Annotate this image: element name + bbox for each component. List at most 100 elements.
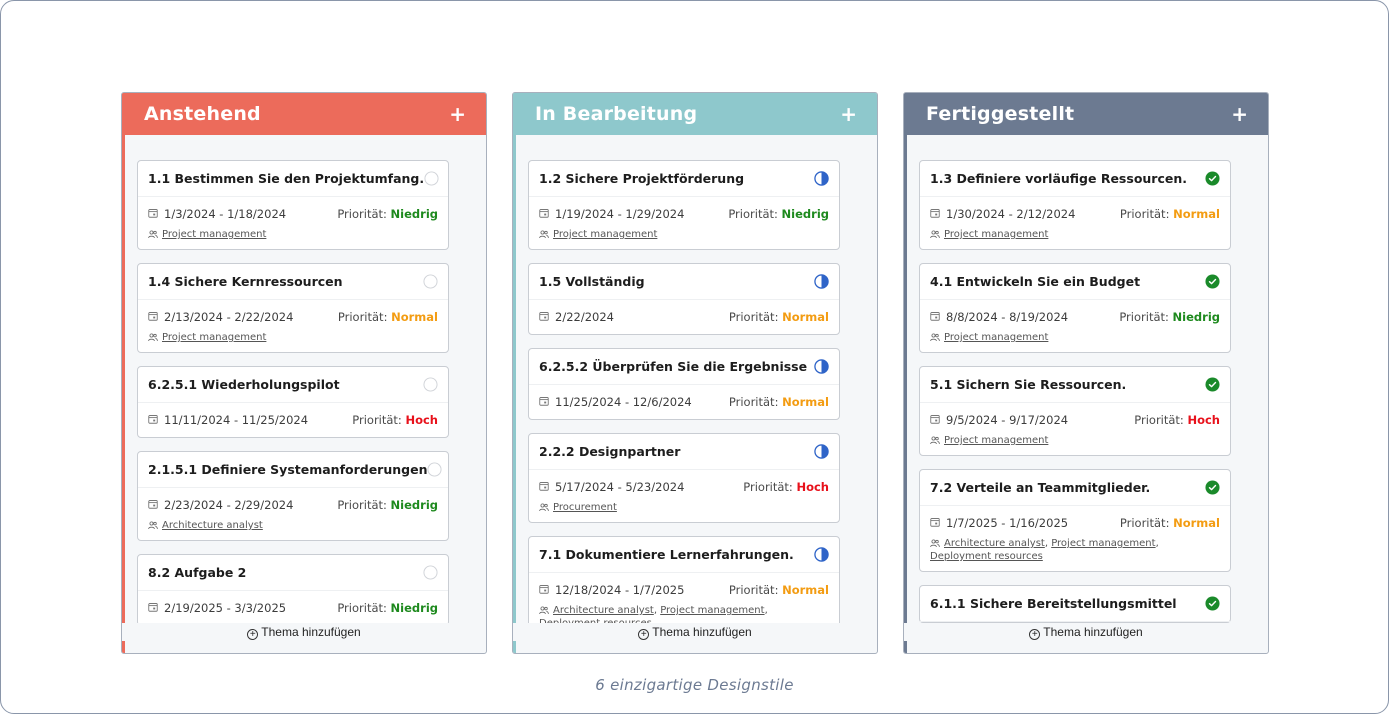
resources-row: Architecture analyst [148, 519, 438, 532]
task-card[interactable]: 2.1.5.1 Definiere Systemanforderungen 2/2… [137, 451, 449, 541]
resource-link[interactable]: Project management [944, 229, 1048, 240]
add-topic-button[interactable]: + Thema hinzufügen [904, 623, 1268, 641]
resource-link[interactable]: Architecture analyst [944, 538, 1045, 549]
task-title[interactable]: 1.3 Definiere vorläufige Ressourcen. [930, 171, 1187, 186]
add-topic-button[interactable]: + Thema hinzufügen [122, 623, 486, 641]
status-in-progress-icon[interactable] [814, 547, 829, 562]
add-task-button[interactable]: + [449, 102, 466, 126]
priority-value: Normal [782, 310, 829, 324]
task-card[interactable]: 6.2.5.2 Überprüfen Sie die Ergebnisse 11/… [528, 348, 840, 420]
card-header: 7.1 Dokumentiere Lernerfahrungen. [529, 537, 839, 573]
priority-value: Hoch [1187, 413, 1220, 427]
column-done: Fertiggestellt + 1.3 Definiere vorläufig… [903, 92, 1269, 654]
task-card[interactable]: 1.2 Sichere Projektförderung 1/19/2024 - … [528, 160, 840, 250]
task-title[interactable]: 4.1 Entwickeln Sie ein Budget [930, 274, 1140, 289]
status-done-icon[interactable] [1205, 171, 1220, 186]
status-done-icon[interactable] [1205, 596, 1220, 611]
people-icon [930, 229, 944, 240]
task-card[interactable]: 2.2.2 Designpartner 5/17/2024 - 5/23/2024… [528, 433, 840, 523]
date-text: 2/22/2024 [555, 310, 614, 324]
task-card[interactable]: 1.5 Vollständig 2/22/2024 Priorität: Norma… [528, 263, 840, 335]
task-title[interactable]: 5.1 Sichern Sie Ressourcen. [930, 377, 1126, 392]
resource-link[interactable]: Deployment resources [930, 551, 1043, 562]
status-not-started-icon[interactable] [427, 462, 442, 477]
resource-link[interactable]: Architecture analyst [162, 520, 263, 531]
task-card[interactable]: 6.1.1 Sichere Bereitstellungsmittel [919, 585, 1231, 623]
task-title[interactable]: 7.1 Dokumentiere Lernerfahrungen. [539, 547, 794, 562]
status-done-icon[interactable] [1205, 480, 1220, 495]
people-icon [148, 229, 162, 240]
add-topic-label: Thema hinzufügen [1043, 625, 1143, 639]
status-not-started-icon[interactable] [423, 565, 438, 580]
add-task-button[interactable]: + [840, 102, 857, 126]
task-title[interactable]: 7.2 Verteile an Teammitglieder. [930, 480, 1150, 495]
plus-circle-icon: + [1029, 629, 1041, 640]
calendar-icon [930, 207, 940, 221]
task-card[interactable]: 5.1 Sichern Sie Ressourcen. 9/5/2024 - 9/… [919, 366, 1231, 456]
priority: Priorität: Hoch [743, 480, 829, 494]
resource-link[interactable]: Project management [162, 229, 266, 240]
resource-link[interactable]: Architecture analyst [553, 605, 654, 616]
task-title[interactable]: 2.2.2 Designpartner [539, 444, 680, 459]
task-card[interactable]: 7.2 Verteile an Teammitglieder. 1/7/2025 … [919, 469, 1231, 572]
people-icon [148, 332, 162, 343]
status-not-started-icon[interactable] [423, 377, 438, 392]
priority-label: Priorität: [337, 601, 387, 615]
priority: Priorität: Niedrig [337, 207, 438, 221]
resources-row: Project management [148, 228, 438, 241]
task-title[interactable]: 6.2.5.2 Überprüfen Sie die Ergebnisse [539, 359, 807, 374]
task-title[interactable]: 1.4 Sichere Kernressourcen [148, 274, 343, 289]
status-in-progress-icon[interactable] [814, 171, 829, 186]
resource-link[interactable]: Project management [1051, 538, 1155, 549]
task-card[interactable]: 1.4 Sichere Kernressourcen 2/13/2024 - 2/… [137, 263, 449, 353]
resource-link[interactable]: Project management [162, 332, 266, 343]
date-row: 2/22/2024 Priorität: Normal [539, 308, 829, 326]
task-card[interactable]: 1.3 Definiere vorläufige Ressourcen. 1/30… [919, 160, 1231, 250]
date-row: 2/23/2024 - 2/29/2024 Priorität: Niedrig [148, 496, 438, 514]
status-not-started-icon[interactable] [423, 274, 438, 289]
priority-value: Niedrig [1172, 310, 1220, 324]
resources-row: Project management [930, 434, 1220, 447]
task-title[interactable]: 2.1.5.1 Definiere Systemanforderungen [148, 462, 427, 477]
status-in-progress-icon[interactable] [814, 359, 829, 374]
task-card[interactable]: 1.1 Bestimmen Sie den Projektumfang. 1/3/… [137, 160, 449, 250]
status-in-progress-icon[interactable] [814, 274, 829, 289]
task-title[interactable]: 1.2 Sichere Projektförderung [539, 171, 744, 186]
resource-link[interactable]: Procurement [553, 502, 617, 513]
add-topic-button[interactable]: + Thema hinzufügen [513, 623, 877, 641]
plus-circle-icon: + [638, 629, 650, 640]
priority: Priorität: Normal [729, 310, 829, 324]
date-text: 2/23/2024 - 2/29/2024 [164, 498, 294, 512]
date-range: 2/22/2024 [539, 310, 614, 324]
status-done-icon[interactable] [1205, 377, 1220, 392]
task-title[interactable]: 1.5 Vollständig [539, 274, 645, 289]
date-range: 11/11/2024 - 11/25/2024 [148, 413, 308, 427]
priority-value: Hoch [796, 480, 829, 494]
task-title[interactable]: 6.2.5.1 Wiederholungspilot [148, 377, 340, 392]
task-card[interactable]: 8.2 Aufgabe 2 2/19/2025 - 3/3/2025 Priorit… [137, 554, 449, 625]
task-card[interactable]: 4.1 Entwickeln Sie ein Budget 8/8/2024 - … [919, 263, 1231, 353]
date-text: 1/3/2024 - 1/18/2024 [164, 207, 287, 221]
card-body: 1/30/2024 - 2/12/2024 Priorität: Normal Pr… [920, 197, 1230, 249]
add-task-button[interactable]: + [1231, 102, 1248, 126]
status-not-started-icon[interactable] [424, 171, 439, 186]
resource-link[interactable]: Project management [660, 605, 764, 616]
resource-link[interactable]: Project management [944, 435, 1048, 446]
card-body: 11/25/2024 - 12/6/2024 Priorität: Normal [529, 385, 839, 419]
task-title[interactable]: 8.2 Aufgabe 2 [148, 565, 246, 580]
calendar-icon [148, 207, 158, 221]
task-title[interactable]: 1.1 Bestimmen Sie den Projektumfang. [148, 171, 424, 186]
resource-link[interactable]: Project management [553, 229, 657, 240]
task-card[interactable]: 6.2.5.1 Wiederholungspilot 11/11/2024 - 1… [137, 366, 449, 438]
priority: Priorität: Niedrig [728, 207, 829, 221]
date-row: 12/18/2024 - 1/7/2025 Priorität: Normal [539, 581, 829, 599]
task-card[interactable]: 7.1 Dokumentiere Lernerfahrungen. 12/18/2… [528, 536, 840, 625]
resources-row: Project management [539, 228, 829, 241]
date-range: 1/19/2024 - 1/29/2024 [539, 207, 684, 221]
priority: Priorität: Hoch [352, 413, 438, 427]
date-row: 2/13/2024 - 2/22/2024 Priorität: Normal [148, 308, 438, 326]
status-in-progress-icon[interactable] [814, 444, 829, 459]
resource-link[interactable]: Project management [944, 332, 1048, 343]
task-title[interactable]: 6.1.1 Sichere Bereitstellungsmittel [930, 596, 1177, 611]
status-done-icon[interactable] [1205, 274, 1220, 289]
